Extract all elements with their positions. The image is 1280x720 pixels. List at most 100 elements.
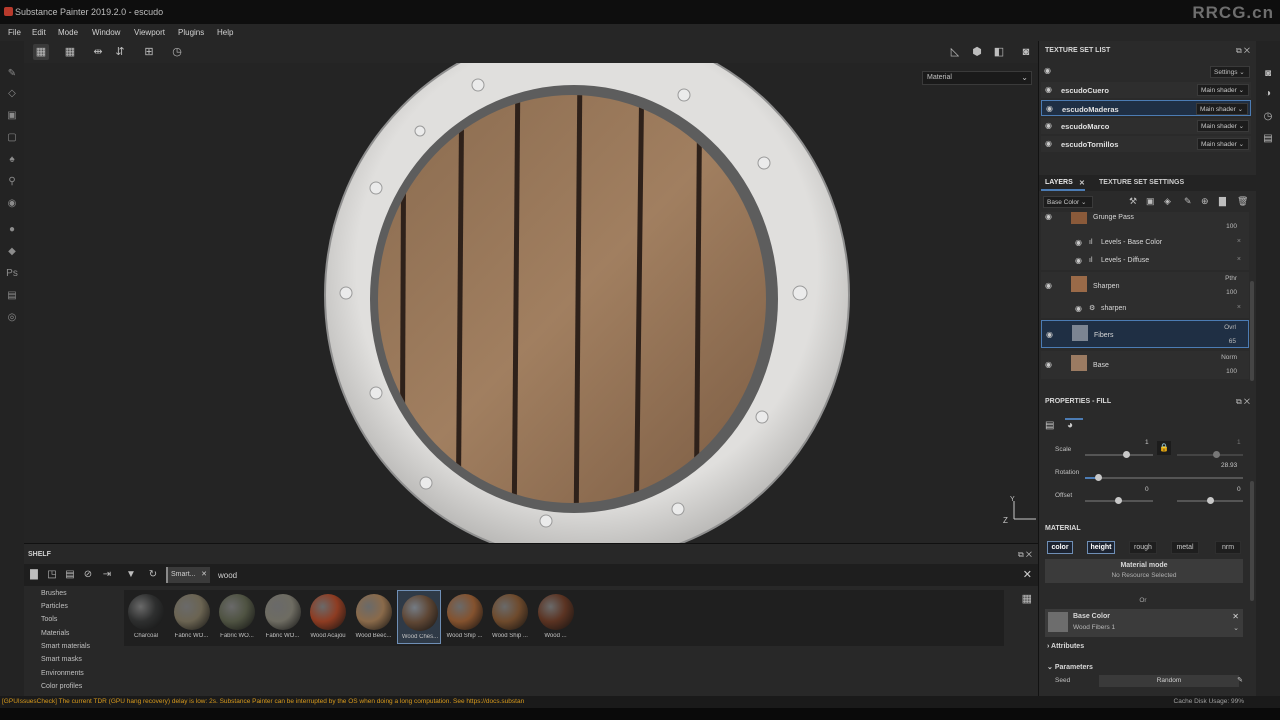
menu-help[interactable]: Help [217,28,233,37]
material-mode-box[interactable]: Material mode No Resource Selected [1045,559,1243,583]
panel-window-buttons[interactable]: ⧉ ✕ [1236,46,1250,56]
edit-icon[interactable]: ✎ [1237,676,1243,684]
shader-select[interactable]: Main shader ⌄ [1196,103,1248,115]
properties-scrollbar[interactable] [1250,481,1254,601]
camera-icon[interactable]: ◙ [1262,68,1274,80]
eye-icon[interactable]: ◉ [1045,139,1052,148]
history-icon[interactable]: ◷ [1262,111,1274,123]
chevron-down-icon[interactable]: ⌄ [1233,624,1239,632]
folder-icon[interactable]: ▇ [27,568,41,582]
screenshot-icon[interactable]: ◙ [1018,44,1034,60]
iray-icon[interactable]: ◆ [5,245,19,259]
filter-icon[interactable]: ▼ [124,568,138,582]
display-icon[interactable]: ◧ [991,44,1007,60]
eye-icon[interactable]: ◉ [1045,212,1052,221]
camera-cube-icon[interactable]: ⬢ [969,44,985,60]
smudge-icon[interactable]: ♠ [5,153,19,167]
channel-select[interactable]: Base Color ⌄ [1043,196,1093,208]
shelf-item[interactable]: Fabric WO... [215,590,259,644]
material-picker-icon[interactable]: ◉ [5,197,19,211]
shader-select[interactable]: Main shader ⌄ [1197,138,1249,150]
shelf-item[interactable]: Wood Acajou [306,590,350,644]
import-icon[interactable]: ⇥ [100,568,114,582]
channel-metal-button[interactable]: metal [1171,541,1199,554]
texture-set-row[interactable]: ◉ escudoMarco Main shader ⌄ [1041,118,1251,134]
eye-icon[interactable]: ◉ [1045,281,1052,290]
offset-y-slider-handle[interactable] [1207,497,1214,504]
shelf-search-input[interactable] [216,568,1016,582]
channel-nrm-button[interactable]: nrm [1215,541,1241,554]
fill-settings-icon[interactable]: ▤ [1045,420,1054,431]
add-paint-layer-icon[interactable]: ✎ [1184,196,1192,207]
shader-select[interactable]: Main shader ⌄ [1197,120,1249,132]
parameters-section[interactable]: ⌄ Parameters [1047,663,1093,671]
add-layer-icon[interactable]: ⊕ [1201,196,1209,207]
scale-slider-2-handle[interactable] [1213,451,1220,458]
shelf-item[interactable]: Wood ... [534,590,578,644]
grid-view-icon[interactable]: ▦ [1022,592,1032,605]
material-icon[interactable]: ◕ [1067,420,1073,431]
category-particles[interactable]: Particles [41,603,68,610]
shelf-window-buttons[interactable]: ⧉ ✕ [1018,550,1032,560]
menu-edit[interactable]: Edit [32,28,46,37]
add-mask-icon[interactable]: ▣ [1146,196,1155,207]
shelf-item[interactable]: Wood Ship ... [488,590,532,644]
eye-icon[interactable]: ◉ [1044,66,1051,75]
tab-layers[interactable]: LAYERS [1045,179,1073,186]
shelf-item[interactable]: Wood Ches... [397,590,441,644]
clone-icon[interactable]: ⚲ [5,175,19,189]
plugin-icon[interactable]: ◎ [5,311,19,325]
layout-single-icon[interactable]: ▦ [33,44,49,60]
channel-color-button[interactable]: color [1047,541,1073,554]
menu-file[interactable]: File [8,28,21,37]
close-icon[interactable]: × [1237,256,1241,263]
menu-plugins[interactable]: Plugins [178,28,204,37]
geometry-mask-icon[interactable]: ▢ [5,131,19,145]
texture-set-row[interactable]: ◉ escudoMaderas Main shader ⌄ [1041,100,1251,116]
shelf-item[interactable]: Wood Beec... [352,590,396,644]
layer-effect-row[interactable]: ◉ ⚙ sharpen × [1041,300,1249,318]
history-icon[interactable]: ◷ [169,44,185,60]
add-fill-layer-icon[interactable]: ◈ [1164,196,1171,207]
viewport-mode-select[interactable]: Material ⌄ [922,71,1032,85]
delete-icon[interactable]: 🗑 [1237,196,1248,207]
eraser-icon[interactable]: ◇ [5,87,19,101]
eye-icon[interactable]: ◉ [1045,121,1052,130]
category-environments[interactable]: Environments [41,670,84,677]
display-settings-icon[interactable]: ◑ [1262,88,1274,100]
scale-slider-2[interactable] [1177,451,1243,458]
channel-rough-button[interactable]: rough [1129,541,1157,554]
category-materials[interactable]: Materials [41,630,69,637]
save-icon[interactable]: ▤ [63,568,77,582]
refresh-icon[interactable]: ↻ [146,568,160,582]
paint-brush-icon[interactable]: ✎ [5,67,19,81]
bake-icon[interactable]: ● [5,223,19,237]
layer-effect-row[interactable]: ◉ ıl Levels - Diffuse × [1041,252,1249,270]
texture-set-row[interactable]: ◉ escudoCuero Main shader ⌄ [1041,82,1251,98]
offset-x-slider[interactable] [1085,497,1153,504]
photoshop-icon[interactable]: Ps [5,267,19,281]
rotation-slider[interactable] [1085,474,1243,481]
eye-icon[interactable]: ◉ [1075,238,1082,247]
eye-icon[interactable]: ◉ [1045,360,1052,369]
export-icon[interactable]: ▤ [5,289,19,303]
category-tools[interactable]: Tools [41,616,57,623]
shelf-item[interactable]: Wood Ship ... [443,590,487,644]
close-icon[interactable]: × [1237,238,1241,245]
shader-select[interactable]: Main shader ⌄ [1197,84,1249,96]
layer-row[interactable]: ◉ Sharpen Pthr 100 [1041,272,1249,300]
layers-scrollbar[interactable] [1250,281,1254,381]
eye-icon[interactable]: ◉ [1046,330,1053,339]
close-icon[interactable]: ✕ [1079,179,1085,187]
layer-effect-row[interactable]: ◉ ıl Levels - Base Color × [1041,234,1249,252]
eye-icon[interactable]: ◉ [1075,256,1082,265]
scale-slider[interactable] [1085,451,1153,458]
filter-tag[interactable]: Smart... ✕ [166,567,210,583]
eye-icon[interactable]: ◉ [1045,85,1052,94]
close-icon[interactable]: ✕ [1232,612,1239,621]
texture-set-settings-select[interactable]: Settings ⌄ [1210,66,1250,78]
scale-slider-handle[interactable] [1123,451,1130,458]
offset-x-slider-handle[interactable] [1115,497,1122,504]
shelf-item[interactable]: Fabric WO... [170,590,214,644]
offset-y-slider[interactable] [1177,497,1243,504]
